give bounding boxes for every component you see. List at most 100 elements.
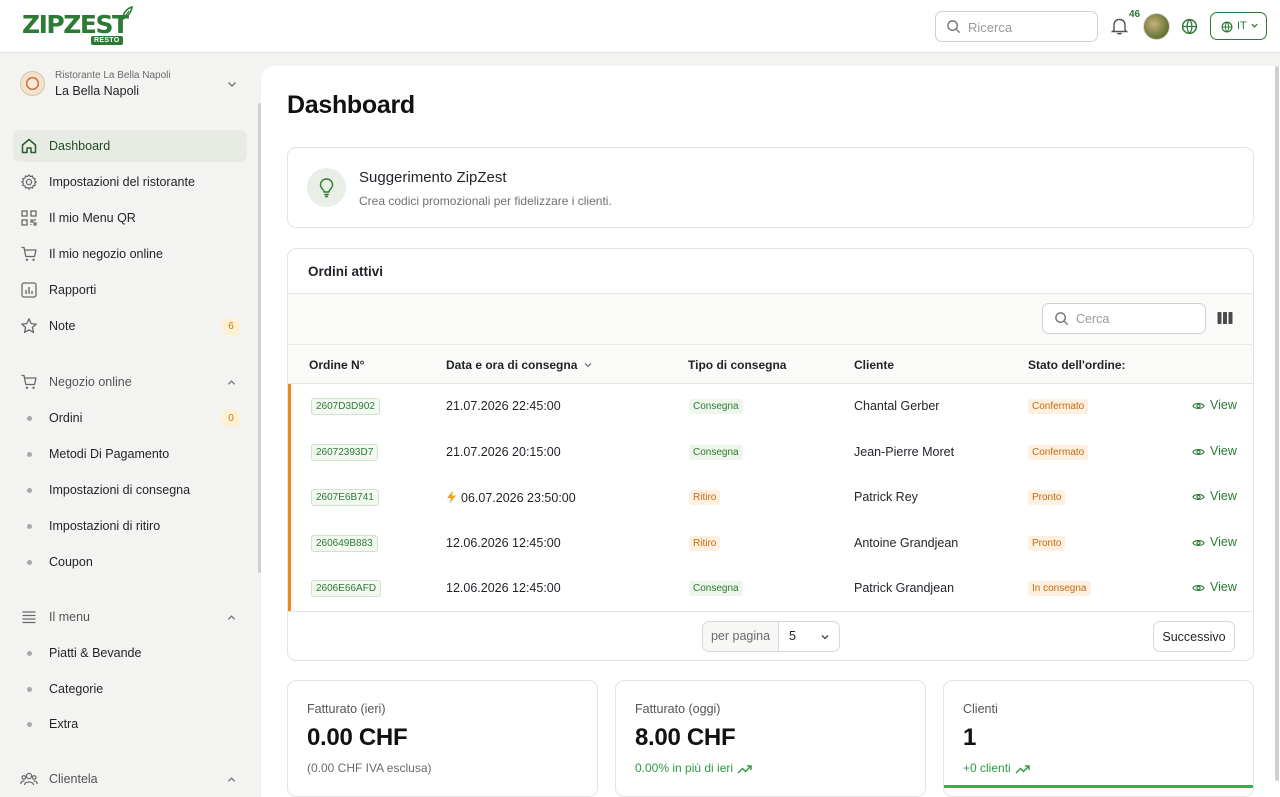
row-accent-bar <box>288 430 291 476</box>
orders-search[interactable] <box>1042 303 1206 334</box>
delivery-type-badge: Consegna <box>689 399 743 414</box>
users-icon <box>20 772 38 786</box>
sidebar-item-extra[interactable]: Extra <box>13 708 247 740</box>
sidebar-section-menu[interactable]: Il menu <box>13 601 247 633</box>
order-id[interactable]: 2606E66AFD <box>311 580 382 597</box>
sidebar-item-coupon[interactable]: Coupon <box>13 546 247 578</box>
star-icon <box>21 318 37 334</box>
user-avatar[interactable] <box>1143 13 1170 40</box>
tip-card: Suggerimento ZipZest Crea codici promozi… <box>287 147 1254 228</box>
bolt-icon <box>447 490 456 504</box>
order-date: 12.06.2026 12:45:00 <box>446 536 561 550</box>
table-row[interactable]: 2607E6B741 06.07.2026 23:50:00 Ritiro Pa… <box>288 475 1253 521</box>
view-label: View <box>1210 398 1237 412</box>
view-label: View <box>1210 489 1237 503</box>
order-date: 21.07.2026 22:45:00 <box>446 399 561 413</box>
sidebar-item-pickup-settings[interactable]: Impostazioni di ritiro <box>13 510 247 542</box>
row-accent-bar <box>288 384 291 430</box>
sidebar-item-notes[interactable]: Note 6 <box>13 310 247 342</box>
table-row[interactable]: 260649B883 12.06.2026 12:45:00 Ritiro An… <box>288 521 1253 567</box>
sidebar-item-label: Ordini <box>49 411 83 425</box>
view-order-link[interactable]: View <box>1192 489 1237 503</box>
orders-search-input[interactable] <box>1076 309 1196 329</box>
sidebar-item-online-store[interactable]: Il mio negozio online <box>13 238 247 270</box>
delivery-type-badge: Ritiro <box>689 490 721 505</box>
view-order-link[interactable]: View <box>1192 398 1237 412</box>
sidebar-section-label: Clientela <box>49 772 98 786</box>
chevron-down-icon <box>821 635 829 640</box>
view-order-link[interactable]: View <box>1192 535 1237 549</box>
customer-name: Chantal Gerber <box>854 399 940 413</box>
col-delivery-type[interactable]: Tipo di consegna <box>688 358 786 372</box>
stat-label: Fatturato (ieri) <box>307 702 386 716</box>
per-page-value: 5 <box>789 629 796 643</box>
view-order-link[interactable]: View <box>1192 580 1237 594</box>
order-date: 06.07.2026 23:50:00 <box>446 490 576 505</box>
order-id[interactable]: 2607D3D902 <box>311 398 380 415</box>
global-search-input[interactable] <box>968 17 1088 37</box>
delivery-type-badge: Consegna <box>689 445 743 460</box>
chart-icon <box>21 282 37 298</box>
main-scrollbar[interactable] <box>1275 66 1279 781</box>
delivery-type-badge: Ritiro <box>689 536 721 551</box>
view-order-link[interactable]: View <box>1192 444 1237 458</box>
logo-badge: RESTO <box>91 36 123 45</box>
per-page-label: per pagina <box>703 622 779 651</box>
per-page-select[interactable]: per pagina 5 <box>702 621 840 652</box>
tip-description: Crea codici promozionali per fidelizzare… <box>359 194 612 208</box>
row-accent-bar <box>288 475 291 521</box>
order-date: 12.06.2026 12:45:00 <box>446 581 561 595</box>
zipzest-logo[interactable]: ZIPZEST RESTO <box>22 5 142 47</box>
table-row[interactable]: 26072393D7 21.07.2026 20:15:00 Consegna … <box>288 430 1253 476</box>
restaurant-name: La Bella Napoli <box>55 84 140 98</box>
chevron-up-icon <box>227 380 236 385</box>
col-delivery-date[interactable]: Data e ora di consegna <box>446 358 593 372</box>
columns-icon[interactable] <box>1217 311 1233 325</box>
table-row[interactable]: 2607D3D902 21.07.2026 22:45:00 Consegna … <box>288 384 1253 430</box>
globe-icon[interactable] <box>1181 18 1198 35</box>
sidebar-item-payment-methods[interactable]: Metodi Di Pagamento <box>13 438 247 470</box>
gear-icon <box>21 174 37 190</box>
sidebar-section-customers[interactable]: Clientela <box>13 763 247 795</box>
sidebar-item-dashboard[interactable]: Dashboard <box>13 130 247 162</box>
leaf-icon <box>122 5 134 21</box>
bullet-dot <box>27 416 32 421</box>
page-title: Dashboard <box>287 91 415 119</box>
sidebar-item-orders[interactable]: Ordini 0 <box>13 402 247 434</box>
sidebar-item-dishes-drinks[interactable]: Piatti & Bevande <box>13 637 247 669</box>
stat-label: Fatturato (oggi) <box>635 702 721 716</box>
sidebar-item-label: Impostazioni di consegna <box>49 483 191 497</box>
sidebar-item-label: Dashboard <box>49 139 111 153</box>
sidebar-item-label: Il mio Menu QR <box>49 211 136 225</box>
view-label: View <box>1210 535 1237 549</box>
restaurant-switcher[interactable]: Ristorante La Bella Napoli La Bella Napo… <box>12 63 248 103</box>
col-customer[interactable]: Cliente <box>854 358 894 372</box>
bullet-dot <box>27 452 32 457</box>
eye-icon <box>1192 494 1205 500</box>
sidebar-item-reports[interactable]: Rapporti <box>13 274 247 306</box>
stat-card-revenue-today: Fatturato (oggi) 8.00 CHF 0.00% in più d… <box>615 680 926 797</box>
qr-icon <box>21 210 37 226</box>
notes-count-badge: 6 <box>222 318 240 335</box>
stat-trend-text: 0.00% in più di ieri <box>635 761 734 775</box>
status-badge: Confermato <box>1028 399 1089 414</box>
customer-name: Patrick Rey <box>854 490 918 504</box>
col-order-status[interactable]: Stato dell'ordine: <box>1028 358 1126 372</box>
sidebar-item-qr-menu[interactable]: Il mio Menu QR <box>13 202 247 234</box>
sidebar-section-online-shop[interactable]: Negozio online <box>13 366 247 398</box>
global-search[interactable] <box>935 11 1098 42</box>
col-order-number[interactable]: Ordine N° <box>309 358 364 372</box>
sidebar-item-restaurant-settings[interactable]: Impostazioni del ristorante <box>13 166 247 198</box>
home-icon <box>21 138 37 154</box>
sidebar-item-categories[interactable]: Categorie <box>13 673 247 705</box>
bell-icon[interactable] <box>1111 17 1128 35</box>
sidebar-item-label: Impostazioni di ritiro <box>49 519 161 533</box>
order-id[interactable]: 260649B883 <box>311 535 378 552</box>
cart-icon <box>21 246 37 261</box>
order-id[interactable]: 26072393D7 <box>311 444 379 461</box>
next-page-button[interactable]: Successivo <box>1153 621 1235 652</box>
order-id[interactable]: 2607E6B741 <box>311 489 379 506</box>
language-selector[interactable]: IT <box>1210 12 1267 40</box>
table-row[interactable]: 2606E66AFD 12.06.2026 12:45:00 Consegna … <box>288 566 1253 612</box>
sidebar-item-delivery-settings[interactable]: Impostazioni di consegna <box>13 474 247 506</box>
